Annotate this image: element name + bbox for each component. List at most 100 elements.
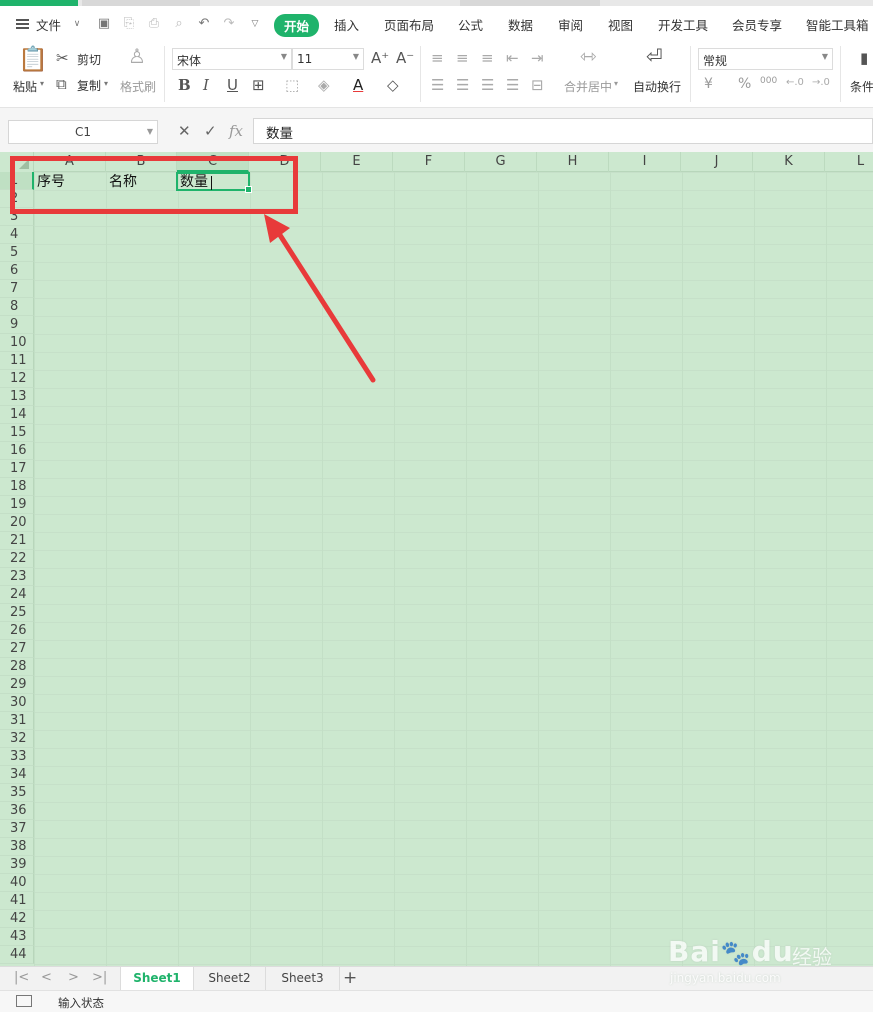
row-header[interactable]: 38 <box>0 838 34 856</box>
row-header[interactable]: 43 <box>0 928 34 946</box>
row-header[interactable]: 41 <box>0 892 34 910</box>
font-color-icon[interactable]: A <box>353 77 363 93</box>
save-icon[interactable]: ▣ <box>97 17 111 31</box>
tab-formulas[interactable]: 公式 <box>458 15 483 34</box>
font-size-select[interactable]: 11 ▼ <box>292 48 364 70</box>
format-painter-icon[interactable]: ♙ <box>128 46 146 66</box>
row-header[interactable]: 4 <box>0 226 34 244</box>
column-header-h[interactable]: H <box>537 152 609 172</box>
row-header[interactable]: 28 <box>0 658 34 676</box>
copy-dropdown-icon[interactable]: ▾ <box>104 79 108 88</box>
wrap-text-button[interactable]: 自动换行 <box>633 78 681 95</box>
formula-input[interactable]: 数量 <box>253 118 873 144</box>
row-header[interactable]: 7 <box>0 280 34 298</box>
row-header[interactable]: 25 <box>0 604 34 622</box>
row-header[interactable]: 37 <box>0 820 34 838</box>
column-header-g[interactable]: G <box>465 152 537 172</box>
row-header[interactable]: 9 <box>0 316 34 334</box>
justify-icon[interactable]: ☰ <box>506 77 519 93</box>
merge-dropdown-icon[interactable]: ▾ <box>614 79 618 88</box>
cut-button[interactable]: 剪切 <box>77 51 101 68</box>
italic-icon[interactable]: I <box>203 77 209 93</box>
bold-icon[interactable]: B <box>178 77 191 93</box>
tab-data[interactable]: 数据 <box>508 15 533 34</box>
row-header[interactable]: 27 <box>0 640 34 658</box>
cell-area[interactable] <box>34 172 873 966</box>
tab-sheet3[interactable]: Sheet3 <box>266 967 340 990</box>
row-header[interactable]: 22 <box>0 550 34 568</box>
copy-button[interactable]: 复制 <box>77 77 101 94</box>
name-box[interactable]: C1 ▼ <box>8 120 158 144</box>
tab-developer[interactable]: 开发工具 <box>658 15 708 34</box>
row-header[interactable]: 15 <box>0 424 34 442</box>
row-header[interactable]: 6 <box>0 262 34 280</box>
font-name-select[interactable]: 宋体 ▼ <box>172 48 292 70</box>
increase-indent-icon[interactable]: ⇥ <box>531 50 544 66</box>
chevron-down-icon[interactable]: ∨ <box>70 17 84 31</box>
tab-review[interactable]: 审阅 <box>558 15 583 34</box>
number-format-select[interactable]: 常规 ▼ <box>698 48 833 70</box>
print-icon[interactable]: ⎙ <box>147 17 161 31</box>
row-header[interactable]: 36 <box>0 802 34 820</box>
distributed-icon[interactable]: ⊟ <box>531 77 544 93</box>
row-header[interactable]: 10 <box>0 334 34 352</box>
align-right-icon[interactable]: ☰ <box>481 77 494 93</box>
decrease-decimal-icon[interactable]: →.0 <box>812 75 830 91</box>
row-header[interactable]: 5 <box>0 244 34 262</box>
tab-sheet2[interactable]: Sheet2 <box>194 967 266 990</box>
tab-view[interactable]: 视图 <box>608 15 633 34</box>
tab-home[interactable]: 开始 <box>274 14 320 37</box>
wrap-text-icon[interactable]: ⏎ <box>646 46 663 66</box>
row-header[interactable]: 40 <box>0 874 34 892</box>
paste-dropdown-icon[interactable]: ▾ <box>40 79 44 88</box>
increase-decimal-icon[interactable]: ←.0 <box>786 75 804 91</box>
row-header[interactable]: 18 <box>0 478 34 496</box>
tab-page-layout[interactable]: 页面布局 <box>384 15 434 34</box>
row-header[interactable]: 13 <box>0 388 34 406</box>
border-icon[interactable]: ⊞ <box>252 77 265 93</box>
align-center-icon[interactable]: ☰ <box>456 77 469 93</box>
column-header-e[interactable]: E <box>321 152 393 172</box>
align-middle-icon[interactable]: ≡ <box>456 50 469 66</box>
paste-button[interactable]: 粘贴 <box>13 78 37 95</box>
tab-insert[interactable]: 插入 <box>334 15 359 34</box>
row-header[interactable]: 8 <box>0 298 34 316</box>
conditional-format-button[interactable]: 条件 <box>850 78 873 95</box>
tab-smart-toolbox[interactable]: 智能工具箱 <box>806 15 869 34</box>
row-header[interactable]: 26 <box>0 622 34 640</box>
row-header[interactable]: 21 <box>0 532 34 550</box>
cancel-icon[interactable]: ✕ <box>178 122 191 140</box>
row-header[interactable]: 34 <box>0 766 34 784</box>
column-header-i[interactable]: I <box>609 152 681 172</box>
export-icon[interactable]: ⎘ <box>122 17 136 31</box>
row-header[interactable]: 19 <box>0 496 34 514</box>
spreadsheet-grid[interactable]: A B C D E F G H I J K L 1 2 3 4 5 6 7 8 9 10 11 12 1… <box>0 152 873 966</box>
row-header[interactable]: 44 <box>0 946 34 964</box>
screen-icon[interactable] <box>16 995 32 1007</box>
prev-sheet-icon[interactable]: < <box>41 970 52 985</box>
print-preview-icon[interactable]: ⌕ <box>172 17 186 31</box>
currency-button[interactable]: ¥ <box>704 76 713 92</box>
row-header[interactable]: 33 <box>0 748 34 766</box>
undo-icon[interactable]: ↶ <box>197 17 211 31</box>
quick-access-more-icon[interactable]: ▽ <box>248 17 262 31</box>
first-sheet-icon[interactable]: |< <box>14 970 29 985</box>
row-header[interactable]: 23 <box>0 568 34 586</box>
next-sheet-icon[interactable]: > <box>68 970 79 985</box>
clear-format-icon[interactable]: ◇ <box>387 77 399 93</box>
last-sheet-icon[interactable]: >| <box>92 970 107 985</box>
insert-function-icon[interactable]: fx <box>229 122 243 140</box>
underline-icon[interactable]: U <box>227 77 238 93</box>
paste-icon[interactable]: 📋 <box>18 46 48 72</box>
confirm-icon[interactable]: ✓ <box>204 122 217 140</box>
thousands-button[interactable]: 000 <box>760 76 777 86</box>
decrease-indent-icon[interactable]: ⇤ <box>506 50 519 66</box>
redo-icon[interactable]: ↷ <box>222 17 236 31</box>
row-header[interactable]: 24 <box>0 586 34 604</box>
align-top-icon[interactable]: ≡ <box>431 50 444 66</box>
tab-member[interactable]: 会员专享 <box>732 15 782 34</box>
column-header-l[interactable]: L <box>825 152 873 172</box>
scissors-icon[interactable]: ✂ <box>56 50 69 66</box>
decrease-font-icon[interactable]: A⁻ <box>396 50 414 66</box>
add-sheet-icon[interactable]: + <box>343 968 357 988</box>
